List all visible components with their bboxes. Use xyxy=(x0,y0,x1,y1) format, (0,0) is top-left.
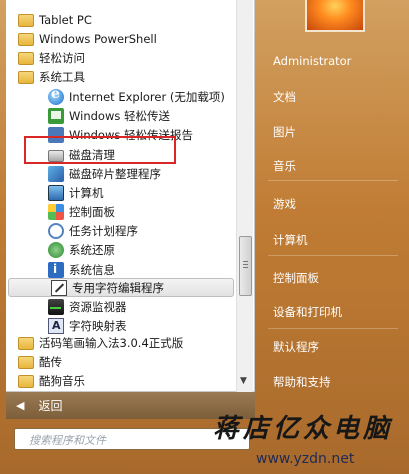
item-label: Tablet PC xyxy=(39,12,92,27)
menu-administrator[interactable]: Administrator xyxy=(273,54,351,68)
item-label: 字符映射表 xyxy=(69,318,127,333)
watermark-text: 蒋店亿众电脑 xyxy=(213,414,394,444)
program-item[interactable]: 系统还原 xyxy=(6,240,234,259)
sysinfo-icon xyxy=(48,261,64,278)
item-label: 轻松访问 xyxy=(39,50,85,65)
charedit-icon xyxy=(51,279,67,296)
folder-item[interactable]: Tablet PC xyxy=(6,10,234,29)
folder-item[interactable]: 酷传 xyxy=(6,352,234,371)
folder-icon xyxy=(18,14,34,27)
program-item[interactable]: Internet Explorer (无加载项) xyxy=(6,86,234,106)
program-item[interactable]: 专用字符编辑程序 xyxy=(8,278,234,297)
program-item[interactable]: 任务计划程序 xyxy=(6,221,234,240)
item-label: Windows 轻松传送 xyxy=(69,108,170,123)
back-label: 返回 xyxy=(38,399,63,413)
programs-list: Tablet PC Windows PowerShell 轻松访问系统工具 Inter… xyxy=(6,0,234,392)
item-label: Windows PowerShell xyxy=(39,31,157,46)
item-label: 系统工具 xyxy=(39,69,85,84)
menu-separator xyxy=(268,255,398,256)
program-item[interactable]: 资源监视器 xyxy=(6,297,234,316)
item-label: 磁盘碎片整理程序 xyxy=(69,166,161,181)
folder-item[interactable]: 酷狗音乐 xyxy=(6,371,234,390)
item-label: 酷传 xyxy=(39,354,62,369)
scroll-down-icon[interactable]: ▼ xyxy=(240,376,247,386)
scroll-grip-icon xyxy=(243,261,248,269)
item-label: 资源监视器 xyxy=(69,299,127,314)
menu-documents[interactable]: 文档 xyxy=(273,89,296,105)
folder-icon xyxy=(18,375,34,388)
program-item[interactable]: Windows 轻松传送 xyxy=(6,106,234,125)
easy-icon xyxy=(48,107,64,124)
folder-icon xyxy=(18,33,34,46)
defrag-icon xyxy=(48,165,64,182)
resmon-icon xyxy=(48,298,64,315)
folder-item[interactable]: 活码笔画输入法3.0.4正式版 xyxy=(6,333,234,352)
charmap-icon xyxy=(48,317,64,334)
menu-control-panel[interactable]: 控制面板 xyxy=(273,270,319,286)
item-label: 控制面板 xyxy=(69,204,115,219)
user-avatar[interactable] xyxy=(305,0,365,32)
scroll-thumb[interactable] xyxy=(239,236,252,296)
menu-games[interactable]: 游戏 xyxy=(273,196,296,212)
menu-separator xyxy=(268,328,398,329)
back-arrow-icon: ◀ xyxy=(16,399,25,412)
menu-computer[interactable]: 计算机 xyxy=(273,232,308,248)
folder-item[interactable]: 轻松访问 xyxy=(6,48,234,67)
program-item[interactable]: 计算机 xyxy=(6,183,234,202)
item-label: 活码笔画输入法3.0.4正式版 xyxy=(39,335,184,350)
start-menu: Tablet PC Windows PowerShell 轻松访问系统工具 Inter… xyxy=(0,0,409,474)
item-label: 系统还原 xyxy=(69,242,115,257)
menu-separator xyxy=(268,180,398,181)
highlight-box xyxy=(24,136,176,164)
menu-devices-printers[interactable]: 设备和打印机 xyxy=(273,304,342,320)
program-item[interactable]: 控制面板 xyxy=(6,202,234,221)
program-item[interactable]: 磁盘碎片整理程序 xyxy=(6,164,234,183)
item-label: 计算机 xyxy=(69,185,104,200)
programs-panel: Tablet PC Windows PowerShell 轻松访问系统工具 Inter… xyxy=(6,0,255,392)
folder-item[interactable]: 系统工具 xyxy=(6,67,234,86)
restore-icon xyxy=(48,241,64,258)
folder-icon xyxy=(18,337,34,350)
menu-pictures[interactable]: 图片 xyxy=(273,124,296,140)
item-label: 酷狗音乐 xyxy=(39,373,85,388)
control-panel-icon xyxy=(48,203,64,220)
menu-default-programs[interactable]: 默认程序 xyxy=(273,339,319,355)
task-scheduler-icon xyxy=(48,222,64,239)
menu-help-support[interactable]: 帮助和支持 xyxy=(273,374,331,390)
watermark-url: www.yzdn.net xyxy=(256,451,355,467)
folder-icon xyxy=(18,356,34,369)
program-item[interactable]: 系统信息 xyxy=(6,260,234,279)
folder-item[interactable]: Windows PowerShell xyxy=(6,29,234,48)
item-label: 系统信息 xyxy=(69,262,115,277)
folder-icon xyxy=(18,71,34,84)
programs-scrollbar[interactable]: ▼ xyxy=(236,0,253,392)
computer-icon xyxy=(48,184,64,201)
item-label: 任务计划程序 xyxy=(69,223,138,238)
item-label: Internet Explorer (无加载项) xyxy=(69,89,225,104)
folder-icon xyxy=(18,52,34,65)
menu-music[interactable]: 音乐 xyxy=(273,158,296,174)
ie-icon xyxy=(48,86,64,105)
item-label: 专用字符编辑程序 xyxy=(72,280,164,295)
